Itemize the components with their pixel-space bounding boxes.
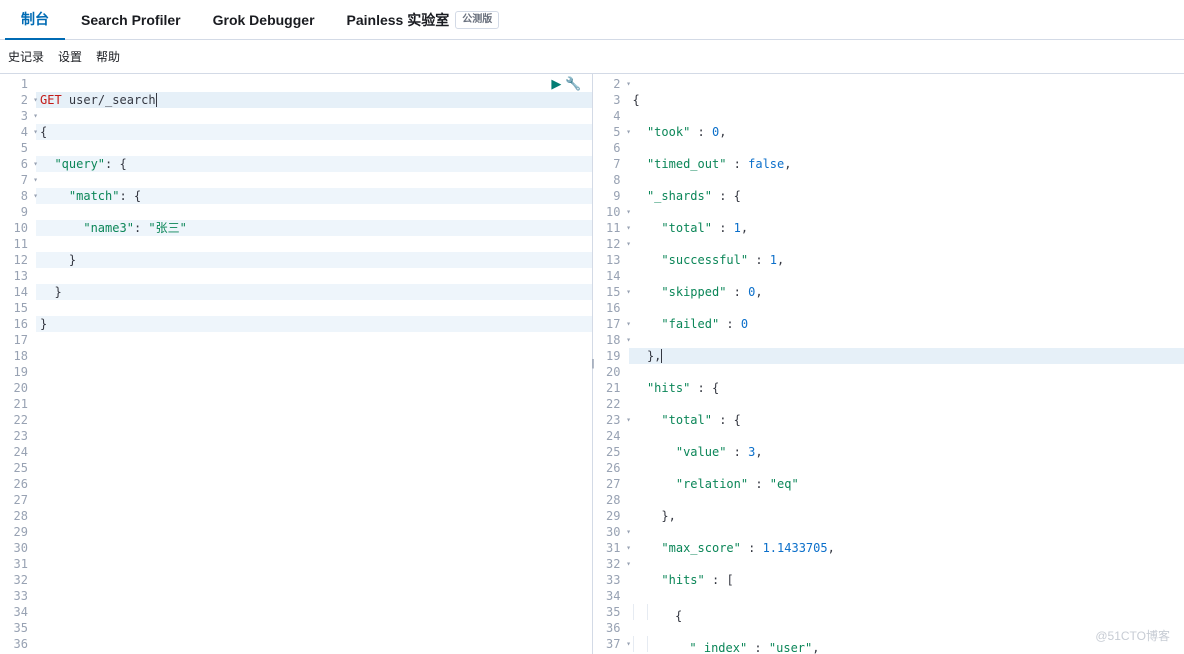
tab-search-profiler[interactable]: Search Profiler [65, 0, 197, 40]
response-gutter: 2345678910111213141516171819202122232425… [593, 74, 629, 654]
help-link[interactable]: 帮助 [96, 48, 120, 65]
response-pane: 2345678910111213141516171819202122232425… [592, 74, 1184, 654]
request-pane: 1234567891011121314151617181920212223242… [0, 74, 592, 654]
console-subbar: 史记录 设置 帮助 [0, 40, 1184, 74]
play-icon[interactable]: ▶ [551, 76, 561, 92]
tab-console[interactable]: 制台 [5, 0, 65, 40]
request-actions: ▶ 🔧 [551, 76, 581, 92]
pane-resize-handle[interactable]: || [591, 359, 592, 370]
response-viewer[interactable]: { "took" : 0, "timed_out" : false, "_sha… [629, 74, 1184, 654]
top-tabs: 制台 Search Profiler Grok Debugger Painles… [0, 0, 1184, 40]
tab-painless-label: Painless 实验室 [347, 10, 450, 30]
request-path: user/_search [69, 93, 157, 107]
wrench-icon[interactable]: 🔧 [565, 76, 581, 92]
settings-link[interactable]: 设置 [58, 48, 82, 65]
history-link[interactable]: 史记录 [8, 48, 44, 65]
request-gutter: 1234567891011121314151617181920212223242… [0, 74, 36, 654]
request-editor[interactable]: GET user/_search { "query": { "match": {… [36, 74, 592, 654]
beta-badge: 公测版 [455, 11, 499, 29]
tab-painless-lab[interactable]: Painless 实验室 公测版 [331, 0, 516, 40]
editor-panes: 1234567891011121314151617181920212223242… [0, 74, 1184, 654]
tab-grok-debugger[interactable]: Grok Debugger [197, 0, 331, 40]
watermark: @51CTO博客 [1095, 627, 1170, 644]
